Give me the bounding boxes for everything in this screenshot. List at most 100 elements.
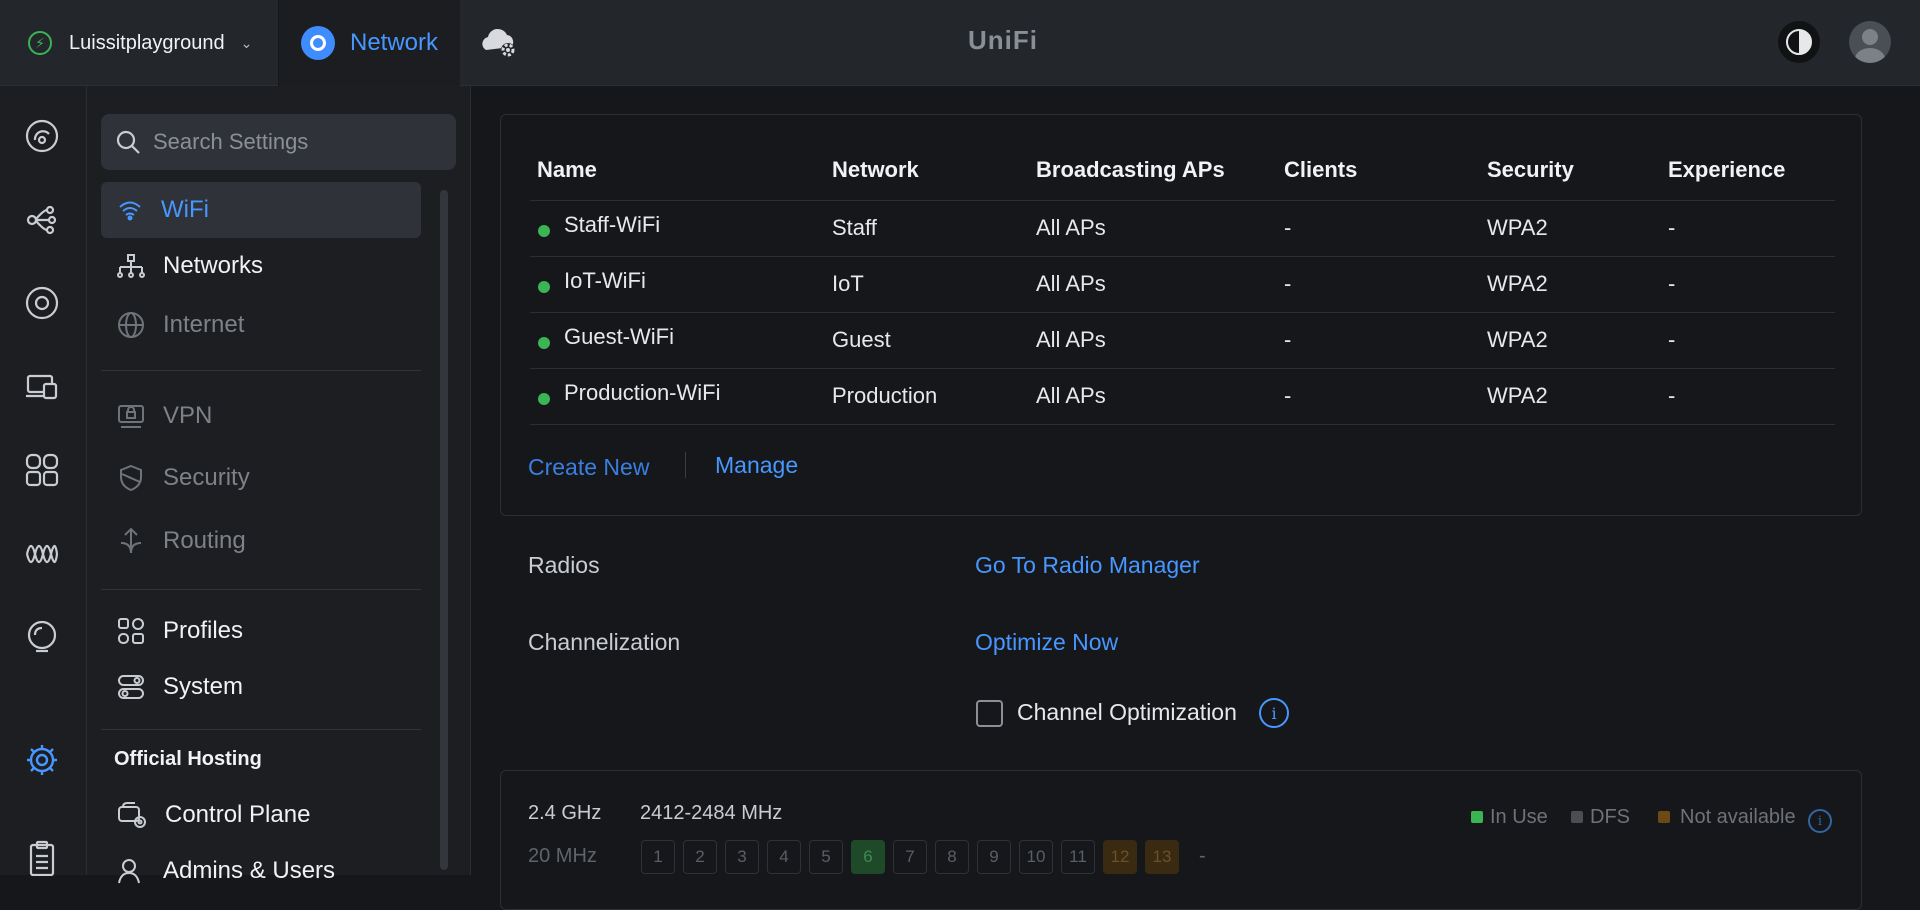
- cell-aps: All APs: [1036, 215, 1106, 240]
- optimize-now-link[interactable]: Optimize Now: [975, 629, 1118, 656]
- nav-item-label: WiFi: [161, 196, 209, 223]
- band-label: 2.4 GHz: [528, 802, 602, 824]
- nav-section-title: Official Hosting: [114, 748, 262, 770]
- nav-item-vpn[interactable]: VPN: [101, 388, 421, 444]
- channel-cell[interactable]: 7: [893, 840, 927, 874]
- table-row[interactable]: Staff-WiFi Staff All APs - WPA2 -: [530, 200, 1835, 256]
- cell-experience: -: [1668, 327, 1676, 352]
- legend-dfs: DFS: [1590, 806, 1630, 828]
- nav-divider: [101, 589, 421, 590]
- legend-info-icon[interactable]: i: [1808, 809, 1832, 833]
- cell-network: Staff: [832, 215, 877, 240]
- devices-icon[interactable]: [22, 283, 62, 323]
- legend-swatch-in-use: [1471, 811, 1483, 823]
- nav-item-internet[interactable]: Internet: [101, 297, 421, 353]
- status-dot-online: [538, 225, 550, 237]
- control-plane-icon: [118, 802, 146, 828]
- app-tab-network[interactable]: Network: [279, 0, 460, 86]
- nav-item-routing[interactable]: Routing: [101, 513, 421, 569]
- nav-divider: [101, 729, 421, 730]
- cell-experience: -: [1668, 383, 1676, 408]
- topology-icon[interactable]: [22, 200, 62, 240]
- cell-aps: All APs: [1036, 327, 1106, 352]
- channel-cell[interactable]: 3: [725, 840, 759, 874]
- channel-cell-unavailable[interactable]: 13: [1145, 840, 1179, 874]
- legend-not-available: Not available: [1680, 806, 1796, 828]
- channel-cell[interactable]: 4: [767, 840, 801, 874]
- status-dot-online: [538, 393, 550, 405]
- nav-item-profiles[interactable]: Profiles: [101, 603, 421, 659]
- routing-icon: [120, 527, 142, 554]
- nav-item-networks[interactable]: Networks: [101, 238, 421, 294]
- cell-clients: -: [1284, 327, 1292, 352]
- cell-clients: -: [1284, 215, 1292, 240]
- site-selector[interactable]: ⚡ Luissitplayground ⌄: [0, 0, 279, 86]
- insights-icon[interactable]: [22, 534, 62, 574]
- channel-cell[interactable]: 8: [935, 840, 969, 874]
- unifi-logo: UniFi: [968, 25, 1038, 55]
- app-tab-label: Network: [350, 29, 439, 56]
- clients-icon[interactable]: [22, 366, 62, 406]
- table-row[interactable]: Guest-WiFi Guest All APs - WPA2 -: [530, 312, 1835, 368]
- nav-item-label: Admins & Users: [163, 857, 336, 884]
- channel-cell[interactable]: 10: [1019, 840, 1053, 874]
- channel-cell[interactable]: 5: [809, 840, 843, 874]
- search-icon: [116, 130, 140, 154]
- legend-swatch-not-available: [1658, 811, 1670, 823]
- channel-cell-unavailable[interactable]: 12: [1103, 840, 1137, 874]
- globe-icon: [118, 312, 144, 338]
- cell-network: Guest: [832, 327, 891, 352]
- channel-cell[interactable]: 2: [683, 840, 717, 874]
- column-header-clients[interactable]: Clients: [1284, 157, 1357, 183]
- column-header-broadcasting-aps[interactable]: Broadcasting APs: [1036, 157, 1225, 183]
- go-to-radio-manager-link[interactable]: Go To Radio Manager: [975, 552, 1200, 579]
- nav-item-label: Routing: [163, 527, 246, 554]
- cell-clients: -: [1284, 383, 1292, 408]
- info-icon[interactable]: i: [1259, 698, 1289, 728]
- create-new-link[interactable]: Create New: [528, 454, 649, 481]
- column-header-network[interactable]: Network: [832, 157, 919, 183]
- manage-link[interactable]: Manage: [715, 452, 798, 479]
- wifi-table-panel: Name Network Broadcasting APs Clients Se…: [500, 114, 1862, 516]
- settings-nav: WiFi Networks Internet VPN Security Rout…: [87, 86, 471, 884]
- cloud-settings-icon[interactable]: [478, 22, 520, 62]
- nav-item-wifi[interactable]: WiFi: [101, 182, 421, 238]
- radios-label: Radios: [528, 552, 600, 578]
- column-header-security[interactable]: Security: [1487, 157, 1574, 183]
- table-row[interactable]: IoT-WiFi IoT All APs - WPA2 -: [530, 256, 1835, 312]
- alerts-icon[interactable]: [22, 617, 62, 657]
- channel-cell[interactable]: 11: [1061, 840, 1095, 874]
- users-icon: [118, 859, 140, 884]
- theme-toggle-icon[interactable]: [1778, 21, 1820, 63]
- nav-item-label: System: [163, 673, 244, 700]
- table-row[interactable]: Production-WiFi Production All APs - WPA…: [530, 368, 1835, 424]
- power-bolt-icon: ⚡: [28, 31, 52, 55]
- nav-item-security[interactable]: Security: [101, 450, 421, 506]
- search-box[interactable]: [101, 114, 456, 170]
- channel-cell-active[interactable]: 6: [851, 840, 885, 874]
- ports-icon[interactable]: [22, 450, 62, 490]
- nav-item-label: Control Plane: [165, 801, 311, 828]
- channel-optimization-checkbox[interactable]: [976, 700, 1003, 727]
- settings-gear-icon[interactable]: [22, 740, 62, 780]
- column-header-name[interactable]: Name: [537, 157, 597, 183]
- nav-item-admins-users[interactable]: Admins & Users: [101, 843, 421, 899]
- status-dot-online: [538, 281, 550, 293]
- cell-aps: All APs: [1036, 383, 1106, 408]
- system-log-icon[interactable]: [22, 838, 62, 878]
- user-avatar[interactable]: [1849, 21, 1891, 63]
- cell-security: WPA2: [1487, 327, 1548, 352]
- nav-item-control-plane[interactable]: Control Plane: [101, 787, 421, 843]
- channel-cell[interactable]: 1: [641, 840, 675, 874]
- nav-item-system[interactable]: System: [101, 659, 421, 715]
- dashboard-icon[interactable]: [22, 116, 62, 156]
- channel-optimization-label: Channel Optimization: [1017, 699, 1237, 725]
- nav-scrollbar[interactable]: [440, 190, 448, 870]
- app-rail: [0, 86, 87, 878]
- cell-network: Production: [832, 383, 938, 408]
- channel-cell[interactable]: 9: [977, 840, 1011, 874]
- legend-swatch-dfs: [1571, 811, 1583, 823]
- search-input[interactable]: [153, 129, 443, 155]
- network-app-icon: [301, 26, 335, 60]
- column-header-experience[interactable]: Experience: [1668, 157, 1785, 183]
